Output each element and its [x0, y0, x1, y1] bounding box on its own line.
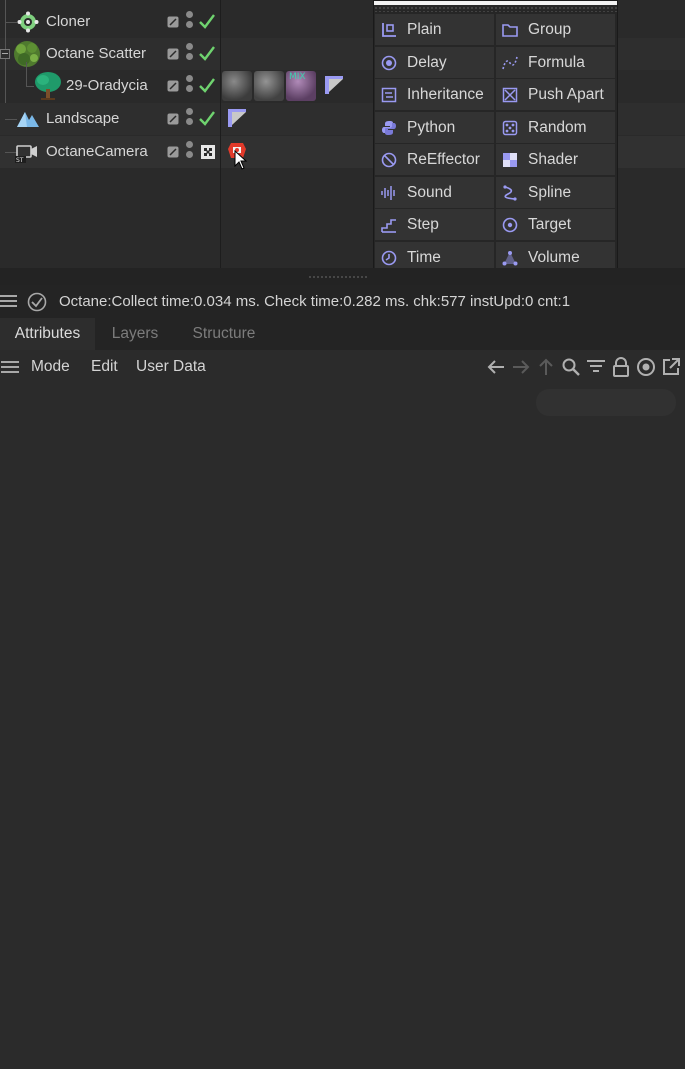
target-icon[interactable]: [636, 357, 656, 377]
material-tag[interactable]: [254, 71, 284, 101]
reeffector-icon: [380, 151, 398, 169]
target-icon: [501, 216, 519, 234]
edit-menu[interactable]: Edit: [91, 358, 118, 376]
menu-item-random[interactable]: Random: [496, 112, 615, 143]
scatter-tag-icon[interactable]: [323, 74, 345, 96]
editor-flag-icon[interactable]: [167, 79, 179, 92]
group-folder-icon: [501, 21, 519, 39]
clock-icon: [380, 249, 398, 267]
up-arrow-icon[interactable]: [536, 357, 556, 377]
editor-flag-icon[interactable]: [167, 145, 179, 158]
visibility-dots[interactable]: [186, 141, 194, 163]
menu-item-step[interactable]: Step: [375, 209, 494, 240]
menu-item-sound[interactable]: Sound: [375, 177, 494, 208]
object-name[interactable]: Octane Scatter: [46, 45, 146, 62]
attributes-toolbar: Mode Edit User Data: [0, 350, 685, 383]
visibility-dots[interactable]: [186, 43, 194, 65]
menu-item-plain[interactable]: Plain: [375, 14, 494, 45]
svg-text:ST: ST: [16, 157, 24, 163]
mode-menu[interactable]: Mode: [31, 358, 70, 376]
search-icon[interactable]: [561, 357, 581, 377]
enabled-check-icon[interactable]: [199, 109, 215, 127]
menu-item-shader[interactable]: Shader: [496, 144, 615, 175]
back-arrow-icon[interactable]: [486, 357, 506, 377]
mix-label: MIX: [289, 72, 306, 82]
collapse-toggle-icon[interactable]: [0, 49, 10, 59]
editor-flag-icon[interactable]: [167, 15, 179, 28]
push-apart-icon: [501, 86, 519, 104]
enabled-check-icon[interactable]: [199, 12, 215, 30]
status-bar: Octane:Collect time:0.034 ms. Check time…: [0, 285, 685, 318]
lock-icon[interactable]: [611, 357, 631, 377]
step-icon: [380, 216, 398, 234]
delay-icon: [380, 54, 398, 72]
plain-effector-icon: [380, 21, 398, 39]
visibility-dots[interactable]: [186, 108, 194, 130]
new-window-icon[interactable]: [661, 357, 681, 377]
mouse-cursor-icon: [234, 149, 248, 170]
panel-tabs: Attributes Layers Structure: [0, 318, 685, 350]
effector-menu: Plain Group Delay Formula Inheritance Pu…: [373, 0, 618, 280]
menu-item-formula[interactable]: Formula: [496, 47, 615, 78]
attributes-search-field[interactable]: [536, 389, 676, 416]
object-name[interactable]: OctaneCamera: [46, 143, 148, 160]
editor-flag-icon[interactable]: [167, 112, 179, 125]
volume-icon: [501, 249, 519, 267]
tab-layers[interactable]: Layers: [97, 318, 173, 350]
landscape-icon: [16, 108, 40, 130]
editor-flag-icon[interactable]: [167, 47, 179, 60]
menu-item-group[interactable]: Group: [496, 14, 615, 45]
scatter-tag-icon[interactable]: [226, 107, 248, 129]
cloner-icon: [17, 11, 39, 33]
splitter-grip[interactable]: [308, 275, 368, 279]
menu-item-python[interactable]: Python: [375, 112, 494, 143]
menu-item-delay[interactable]: Delay: [375, 47, 494, 78]
tab-attributes[interactable]: Attributes: [0, 318, 95, 350]
panel-splitter[interactable]: [0, 268, 685, 285]
enabled-check-icon[interactable]: [199, 76, 215, 94]
enabled-check-icon[interactable]: [199, 44, 215, 62]
object-name[interactable]: Cloner: [46, 13, 90, 30]
forward-arrow-icon[interactable]: [511, 357, 531, 377]
scatter-icon: [12, 39, 42, 69]
status-check-icon: [27, 292, 47, 312]
material-tag[interactable]: [222, 71, 252, 101]
menu-item-target[interactable]: Target: [496, 209, 615, 240]
camera-icon: ST: [14, 141, 40, 164]
sound-wave-icon: [380, 184, 398, 202]
hamburger-menu-icon[interactable]: [1, 360, 19, 374]
tree-icon: [33, 71, 63, 101]
filter-icon[interactable]: [586, 357, 606, 377]
menu-item-inheritance[interactable]: Inheritance: [375, 79, 494, 110]
user-data-menu[interactable]: User Data: [136, 358, 206, 376]
random-dice-icon: [501, 119, 519, 137]
menu-item-reeffector[interactable]: ReEffector: [375, 144, 494, 175]
shader-checker-icon: [501, 151, 519, 169]
visibility-dots[interactable]: [186, 75, 194, 97]
inheritance-icon: [380, 86, 398, 104]
render-pattern-icon[interactable]: [201, 145, 217, 163]
python-icon: [380, 119, 398, 137]
hamburger-menu-icon[interactable]: [0, 294, 17, 308]
object-name[interactable]: Landscape: [46, 110, 119, 127]
menu-item-spline[interactable]: Spline: [496, 177, 615, 208]
menu-item-push-apart[interactable]: Push Apart: [496, 79, 615, 110]
object-name[interactable]: 29-Oradycia: [66, 77, 148, 94]
tab-structure[interactable]: Structure: [178, 318, 270, 350]
spline-icon: [501, 184, 519, 202]
status-text: Octane:Collect time:0.034 ms. Check time…: [59, 293, 571, 310]
formula-icon: [501, 54, 519, 72]
mix-material-tag[interactable]: MIX: [286, 71, 316, 101]
visibility-dots[interactable]: [186, 11, 194, 33]
